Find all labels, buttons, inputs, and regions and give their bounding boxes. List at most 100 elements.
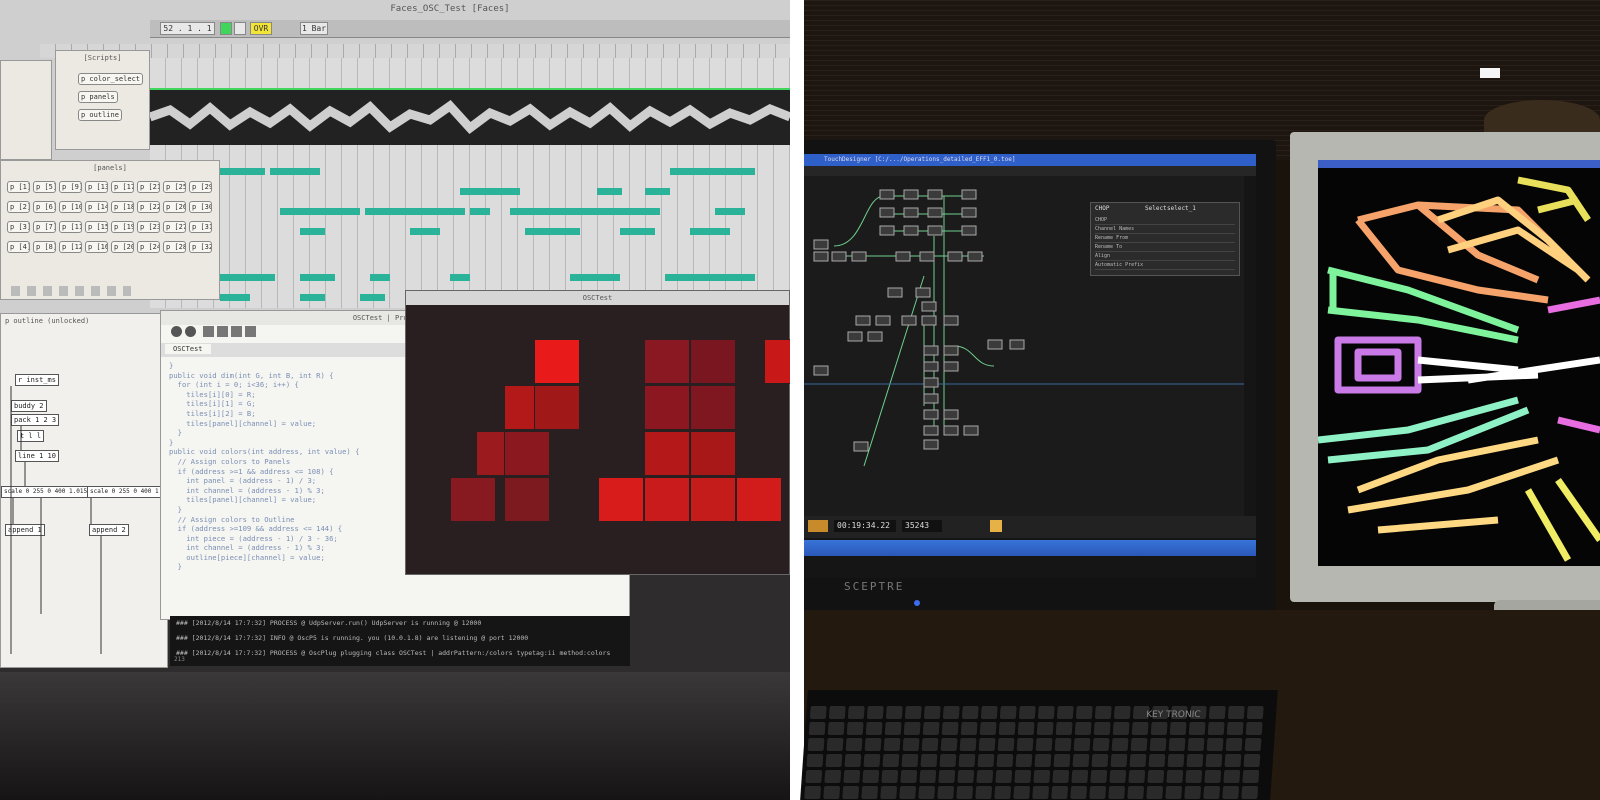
keyboard-key[interactable] <box>1037 706 1055 719</box>
keyboard-key[interactable] <box>1188 722 1206 735</box>
midi-note[interactable] <box>215 274 275 281</box>
keyboard-key[interactable] <box>1168 738 1186 751</box>
keyboard-key[interactable] <box>1184 786 1202 799</box>
panel-button[interactable]: p [24] <box>137 241 160 253</box>
keyboard-key[interactable] <box>1242 770 1260 783</box>
panel-button[interactable]: p [29] <box>189 181 212 193</box>
keyboard-key[interactable] <box>1244 738 1262 751</box>
keyboard-key[interactable] <box>1109 770 1127 783</box>
keyboard-key[interactable] <box>1223 770 1241 783</box>
keyboard-key[interactable] <box>901 754 919 767</box>
keyboard-key[interactable] <box>1185 770 1203 783</box>
panel-button[interactable]: p [13] <box>85 181 108 193</box>
panel-button[interactable]: p [2] <box>7 201 30 213</box>
midi-note[interactable] <box>665 274 755 281</box>
keyboard-key[interactable] <box>1222 786 1240 799</box>
keyboard-key[interactable] <box>941 722 959 735</box>
audio-waveform[interactable] <box>150 90 790 145</box>
keyboard-key[interactable] <box>885 706 903 719</box>
keyboard-key[interactable] <box>1111 738 1129 751</box>
keyboard-key[interactable] <box>1033 770 1051 783</box>
keyboard-key[interactable] <box>1075 706 1093 719</box>
keyboard-key[interactable] <box>940 738 958 751</box>
new-icon[interactable] <box>203 326 214 337</box>
keyboard-key[interactable] <box>1226 722 1244 735</box>
panel-button[interactable]: p [11] <box>59 221 82 233</box>
keyboard-key[interactable] <box>1207 722 1225 735</box>
panel-button[interactable]: p [18] <box>111 201 134 213</box>
keyboard-key[interactable] <box>921 738 939 751</box>
midi-note[interactable] <box>370 274 390 281</box>
midi-note[interactable] <box>300 228 325 235</box>
keyboard-key[interactable] <box>996 754 1014 767</box>
keyboard-key[interactable] <box>904 706 922 719</box>
keyboard-key[interactable] <box>902 738 920 751</box>
keyboard-key[interactable] <box>942 706 960 719</box>
keyboard-key[interactable] <box>1089 786 1107 799</box>
panel-button[interactable]: p [7] <box>33 221 56 233</box>
keyboard-key[interactable] <box>956 786 974 799</box>
keyboard-key[interactable] <box>1052 770 1070 783</box>
keyboard-key[interactable] <box>1113 706 1131 719</box>
keyboard-key[interactable] <box>883 738 901 751</box>
play-button[interactable] <box>220 22 232 35</box>
panel-button[interactable]: p [23] <box>137 221 160 233</box>
keyboard-key[interactable] <box>1203 786 1221 799</box>
keyboard-key[interactable] <box>1187 738 1205 751</box>
keyboard-key[interactable] <box>1032 786 1050 799</box>
midi-note[interactable] <box>670 168 755 175</box>
td-param-row[interactable]: Rename To <box>1095 244 1235 252</box>
keyboard-key[interactable] <box>919 770 937 783</box>
panel-button[interactable]: p [5] <box>33 181 56 193</box>
keyboard-key[interactable] <box>997 738 1015 751</box>
keyboard-key[interactable] <box>1108 786 1126 799</box>
panel-button[interactable]: p [8] <box>33 241 56 253</box>
keyboard-key[interactable] <box>865 722 883 735</box>
keyboard-key[interactable] <box>1169 722 1187 735</box>
keyboard-key[interactable] <box>1243 754 1261 767</box>
midi-note[interactable] <box>525 228 580 235</box>
keyboard-key[interactable] <box>920 754 938 767</box>
keyboard-key[interactable] <box>957 770 975 783</box>
keyboard-key[interactable] <box>960 722 978 735</box>
panel-button[interactable]: p [12] <box>59 241 82 253</box>
keyboard-key[interactable] <box>999 706 1017 719</box>
keyboard-key[interactable] <box>1208 706 1226 719</box>
ovr-button[interactable]: OVR <box>250 22 272 35</box>
panel-button[interactable]: p [25] <box>163 181 186 193</box>
keyboard-key[interactable] <box>884 722 902 735</box>
keyboard-key[interactable] <box>1165 786 1183 799</box>
keyboard-key[interactable] <box>977 754 995 767</box>
midi-note[interactable] <box>460 188 520 195</box>
keyboard-key[interactable] <box>994 786 1012 799</box>
keyboard-key[interactable] <box>1015 754 1033 767</box>
color-select-button[interactable]: p color_select <box>78 73 144 85</box>
midi-note[interactable] <box>597 188 622 195</box>
keyboard-key[interactable] <box>847 706 865 719</box>
open-icon[interactable] <box>217 326 228 337</box>
keyboard-key[interactable] <box>1072 754 1090 767</box>
keyboard-key[interactable] <box>1035 738 1053 751</box>
keyboard-key[interactable] <box>1036 722 1054 735</box>
keyboard-key[interactable] <box>1112 722 1130 735</box>
keyboard-key[interactable] <box>1053 754 1071 767</box>
midi-note[interactable] <box>365 208 465 215</box>
panel-button[interactable]: p [1] <box>7 181 30 193</box>
panel-button[interactable]: p [22] <box>137 201 160 213</box>
keyboard-key[interactable] <box>903 722 921 735</box>
keyboard-key[interactable] <box>939 754 957 767</box>
keyboard-key[interactable] <box>861 786 879 799</box>
keyboard-key[interactable] <box>808 722 826 735</box>
midi-note[interactable] <box>410 228 440 235</box>
keyboard-key[interactable] <box>995 770 1013 783</box>
keyboard-key[interactable] <box>806 754 824 767</box>
outline-button[interactable]: p outline <box>78 109 122 121</box>
keyboard-key[interactable] <box>1051 786 1069 799</box>
midi-note[interactable] <box>690 228 730 235</box>
keyboard-key[interactable] <box>1094 706 1112 719</box>
keyboard-key[interactable] <box>1204 770 1222 783</box>
midi-note[interactable] <box>215 168 265 175</box>
keyboard-key[interactable] <box>1225 738 1243 751</box>
td-param-row[interactable]: Align <box>1095 253 1235 261</box>
panel-button[interactable]: p [32] <box>189 241 212 253</box>
